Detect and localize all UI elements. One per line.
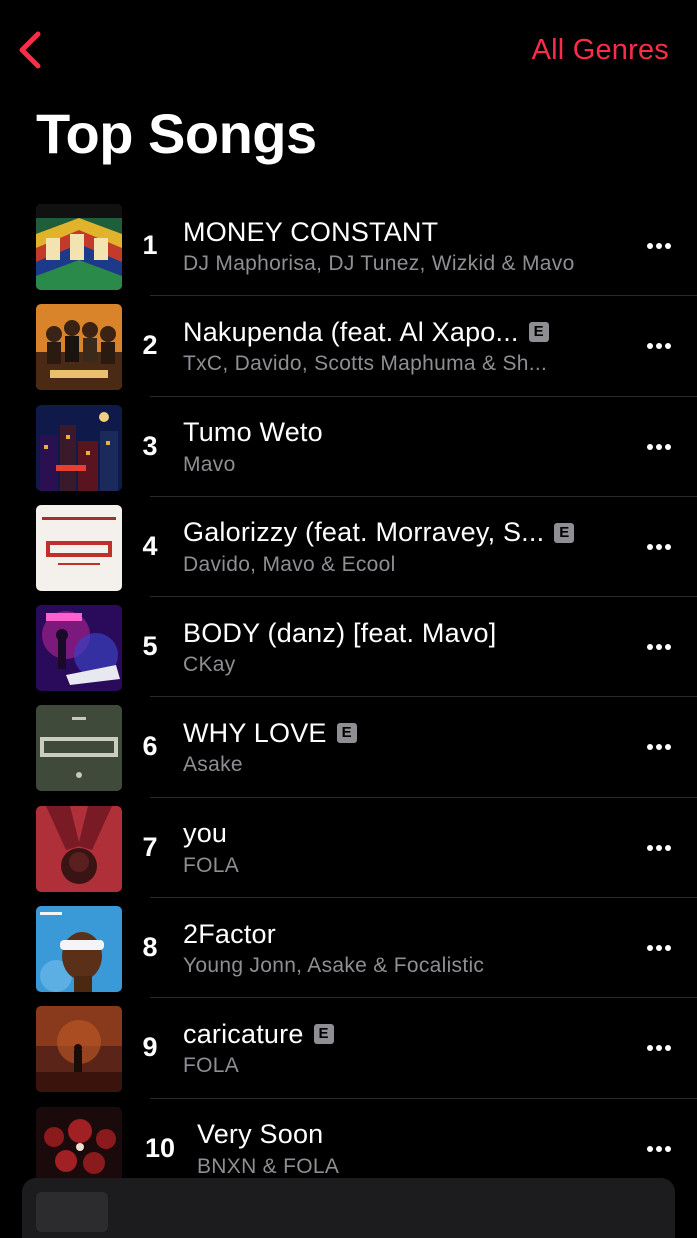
song-title: BODY (danz) [feat. Mavo] — [183, 617, 497, 648]
song-row[interactable]: 7 you FOLA — [0, 798, 697, 899]
album-artwork — [36, 1006, 122, 1093]
song-artist: DJ Maphorisa, DJ Tunez, Wizkid & Mavo — [183, 252, 575, 275]
album-artwork — [36, 605, 122, 692]
song-info: Tumo Weto Mavo — [183, 415, 617, 477]
song-title: Tumo Weto — [183, 417, 323, 448]
more-options-button[interactable] — [641, 635, 677, 659]
ellipsis-icon — [647, 543, 653, 550]
ellipsis-icon — [647, 1145, 653, 1152]
ellipsis-icon — [647, 343, 653, 350]
all-genres-button[interactable]: All Genres — [532, 34, 669, 67]
more-options-button[interactable] — [641, 936, 677, 960]
song-info: WHY LOVE E Asake — [183, 715, 617, 777]
chart-rank: 7 — [142, 831, 158, 862]
song-title: Very Soon — [197, 1119, 324, 1150]
song-artist: BNXN & FOLA — [197, 1154, 340, 1178]
more-options-button[interactable] — [641, 234, 677, 258]
chart-rank: 5 — [142, 631, 158, 662]
album-artwork — [36, 906, 122, 993]
ellipsis-icon — [647, 945, 653, 952]
more-options-button[interactable] — [641, 535, 677, 559]
chart-rank: 1 — [142, 230, 158, 260]
navigation-bar: All Genres — [0, 0, 697, 100]
more-options-button[interactable] — [641, 836, 677, 860]
song-artist: FOLA — [183, 853, 240, 877]
song-title: WHY LOVE — [183, 717, 327, 748]
album-artwork — [36, 705, 122, 792]
explicit-badge: E — [336, 723, 357, 744]
song-title: Galorizzy (feat. Morravey, S... — [183, 517, 545, 548]
album-artwork — [36, 504, 122, 591]
more-options-button[interactable] — [641, 334, 677, 358]
chevron-left-icon — [19, 31, 41, 69]
song-info: Very Soon BNXN & FOLA — [197, 1117, 617, 1179]
explicit-badge: E — [554, 522, 575, 543]
page-title: Top Songs — [36, 102, 317, 165]
song-info: BODY (danz) [feat. Mavo] CKay — [183, 615, 617, 677]
song-artist: Mavo — [183, 452, 236, 476]
chart-rank: 8 — [142, 932, 158, 963]
song-info: Galorizzy (feat. Morravey, S... E Davido… — [183, 515, 617, 577]
ellipsis-icon — [647, 844, 653, 851]
explicit-badge: E — [313, 1024, 334, 1045]
ellipsis-icon — [647, 443, 653, 450]
song-list: 1 MONEY CONSTANT DJ Maphorisa, DJ Tunez,… — [0, 196, 697, 1199]
song-artist: TxC, Davido, Scotts Maphuma & Sh... — [183, 352, 548, 376]
ellipsis-icon — [647, 1045, 653, 1052]
album-artwork — [36, 204, 122, 290]
ellipsis-icon — [647, 644, 653, 651]
more-options-button[interactable] — [641, 735, 677, 759]
song-artist: CKay — [183, 653, 236, 677]
explicit-badge: E — [528, 322, 549, 343]
chart-rank: 2 — [142, 330, 158, 361]
back-button[interactable] — [12, 28, 52, 72]
song-info: caricature E FOLA — [183, 1016, 617, 1078]
chart-rank: 9 — [142, 1032, 158, 1063]
album-artwork — [36, 404, 122, 491]
song-row[interactable]: 4 Galorizzy (feat. Morravey, S... E Davi… — [0, 497, 697, 598]
song-row[interactable]: 5 BODY (danz) [feat. Mavo] CKay — [0, 597, 697, 698]
song-row[interactable]: 6 WHY LOVE E Asake — [0, 697, 697, 799]
chart-rank: 6 — [142, 731, 158, 762]
song-artist: FOLA — [183, 1054, 240, 1078]
ellipsis-icon — [647, 243, 653, 249]
song-title: Nakupenda (feat. Al Xapo... — [183, 316, 519, 347]
song-artist: Asake — [183, 753, 243, 777]
more-options-button[interactable] — [641, 1137, 677, 1161]
more-options-button[interactable] — [641, 435, 677, 459]
mini-player[interactable] — [22, 1178, 675, 1238]
song-title: caricature — [183, 1018, 304, 1049]
song-artist: Davido, Mavo & Ecool — [183, 552, 396, 576]
song-title: you — [183, 818, 228, 849]
album-artwork — [36, 304, 122, 391]
song-row[interactable]: 9 caricature E FOLA — [0, 998, 697, 1099]
song-row[interactable]: 2 Nakupenda (feat. Al Xapo... E TxC, Dav… — [0, 296, 697, 397]
song-artist: Young Jonn, Asake & Focalistic — [183, 954, 485, 978]
chart-rank: 4 — [142, 530, 158, 561]
song-info: you FOLA — [183, 816, 617, 878]
album-artwork — [36, 805, 122, 892]
song-row[interactable]: 1 MONEY CONSTANT DJ Maphorisa, DJ Tunez,… — [0, 196, 697, 297]
more-options-button[interactable] — [641, 1036, 677, 1060]
song-info: 2Factor Young Jonn, Asake & Focalistic — [183, 916, 617, 978]
song-info: MONEY CONSTANT DJ Maphorisa, DJ Tunez, W… — [183, 214, 617, 276]
song-row[interactable]: 8 2Factor Young Jonn, Asake & Focalistic — [0, 898, 697, 999]
song-row[interactable]: 3 Tumo Weto Mavo — [0, 397, 697, 498]
song-info: Nakupenda (feat. Al Xapo... E TxC, David… — [183, 314, 617, 376]
song-title: MONEY CONSTANT — [183, 216, 439, 247]
mini-player-artwork — [36, 1192, 108, 1232]
song-title: 2Factor — [183, 918, 276, 949]
ellipsis-icon — [647, 744, 653, 751]
chart-rank: 10 — [144, 1132, 176, 1163]
chart-rank: 3 — [142, 430, 158, 461]
